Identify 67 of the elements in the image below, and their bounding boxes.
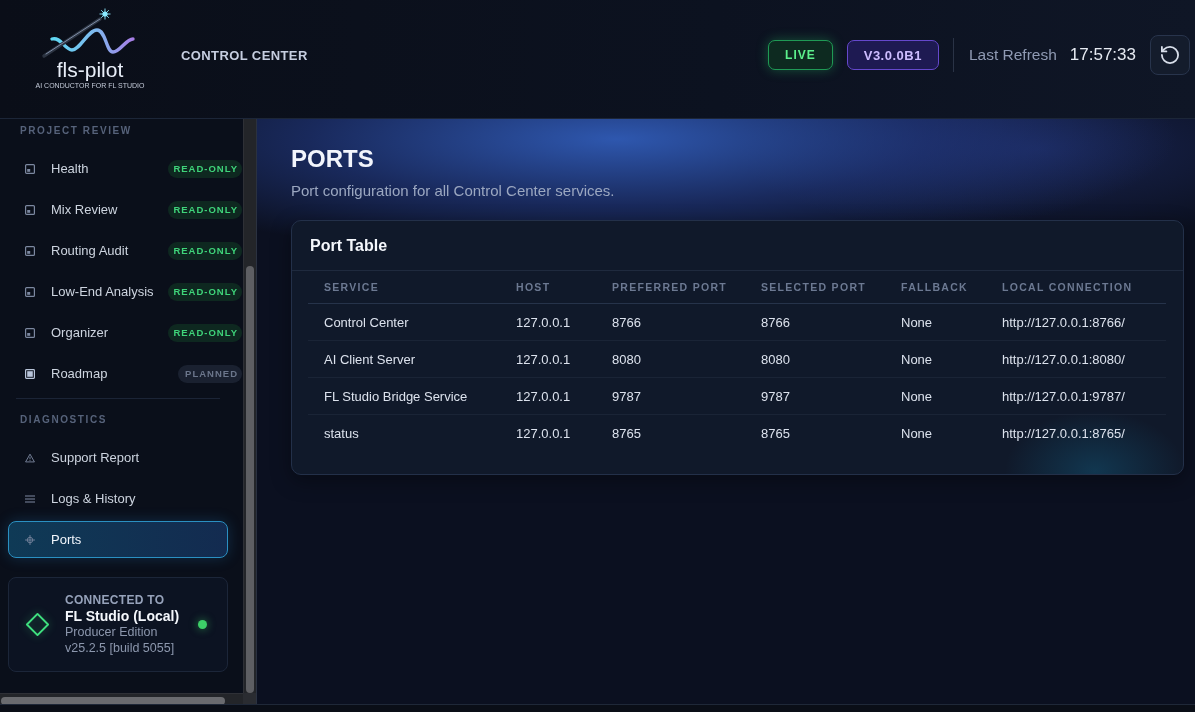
- table-cell: 127.0.0.1: [500, 340, 596, 378]
- table-cell: AI Client Server: [308, 340, 500, 378]
- table-cell: 8766: [745, 303, 885, 341]
- connection-name: FL Studio (Local): [65, 607, 181, 625]
- read-only-tag: READ-ONLY: [168, 323, 242, 342]
- read-only-tag: READ-ONLY: [168, 241, 242, 260]
- table-cell: 9787: [745, 377, 885, 415]
- column-header: SELECTED PORT: [745, 271, 885, 304]
- table-cell: 8765: [745, 414, 885, 451]
- refresh-label: Last Refresh: [968, 46, 1057, 64]
- read-only-tag: READ-ONLY: [168, 282, 242, 301]
- table-cell: None: [885, 303, 986, 341]
- page-title: PORTS: [291, 144, 375, 174]
- table-cell: 127.0.0.1: [500, 303, 596, 341]
- table-cell: 127.0.0.1: [500, 377, 596, 415]
- card-title: Port Table: [310, 236, 388, 255]
- frame-icon: [25, 204, 35, 215]
- table-cell: http://127.0.0.1:8765/: [986, 414, 1166, 451]
- refresh-button[interactable]: [1150, 35, 1190, 75]
- frame-icon: [25, 286, 35, 297]
- frame-icon: [25, 245, 35, 256]
- table-cell: 9787: [596, 377, 745, 415]
- read-only-tag: READ-ONLY: [168, 159, 242, 178]
- connection-heading: CONNECTED TO: [65, 593, 166, 607]
- column-header: HOST: [500, 271, 596, 304]
- section-label: PROJECT REVIEW: [20, 125, 133, 137]
- section-label: DIAGNOSTICS: [20, 414, 109, 426]
- table-cell: http://127.0.0.1:9787/: [986, 377, 1166, 415]
- table-cell: http://127.0.0.1:8080/: [986, 340, 1166, 378]
- table-cell: 8080: [745, 340, 885, 378]
- app-title: CONTROL CENTER: [181, 47, 308, 63]
- diamond-icon: [25, 612, 50, 637]
- table-cell: None: [885, 414, 986, 451]
- table-cell: None: [885, 340, 986, 378]
- planned-tag: PLANNED: [178, 364, 242, 383]
- refresh-icon: [1161, 46, 1179, 64]
- table-cell: 8080: [596, 340, 745, 378]
- read-only-tag: READ-ONLY: [168, 200, 242, 219]
- filled-square-icon: [25, 368, 35, 379]
- table-cell: http://127.0.0.1:8766/: [986, 303, 1166, 341]
- table-cell: 8766: [596, 303, 745, 341]
- column-header: PREFERRED PORT: [596, 271, 745, 304]
- brand-name: fls-pilot: [56, 59, 124, 81]
- scrollbar-thumb[interactable]: [246, 266, 254, 693]
- live-badge: LIVE: [768, 40, 833, 70]
- connection-version: v25.2.5 [build 5055]: [65, 640, 176, 656]
- table-cell: 127.0.0.1: [500, 414, 596, 451]
- column-header: LOCAL CONNECTION: [986, 271, 1166, 304]
- refresh-time: 17:57:33: [1069, 45, 1136, 65]
- connection-edition: Producer Edition: [65, 625, 159, 641]
- table-cell: status: [308, 414, 500, 451]
- nav-item[interactable]: Support Report: [8, 439, 228, 476]
- list-icon: [25, 493, 35, 504]
- table-cell: None: [885, 377, 986, 415]
- nav-item[interactable]: Ports: [8, 521, 228, 558]
- column-header: SERVICE: [308, 271, 500, 304]
- page-subtitle: Port configuration for all Control Center services.: [291, 181, 616, 201]
- warning-icon: [25, 452, 35, 463]
- frame-icon: [25, 327, 35, 338]
- version-badge: V3.0.0B1: [846, 40, 939, 70]
- frame-icon: [25, 163, 35, 174]
- table-cell: Control Center: [308, 303, 500, 341]
- nav-item[interactable]: Logs & History: [8, 480, 228, 517]
- table-cell: FL Studio Bridge Service: [308, 377, 500, 415]
- column-header: FALLBACK: [885, 271, 986, 304]
- table-cell: 8765: [596, 414, 745, 451]
- crosshair-icon: [25, 534, 35, 545]
